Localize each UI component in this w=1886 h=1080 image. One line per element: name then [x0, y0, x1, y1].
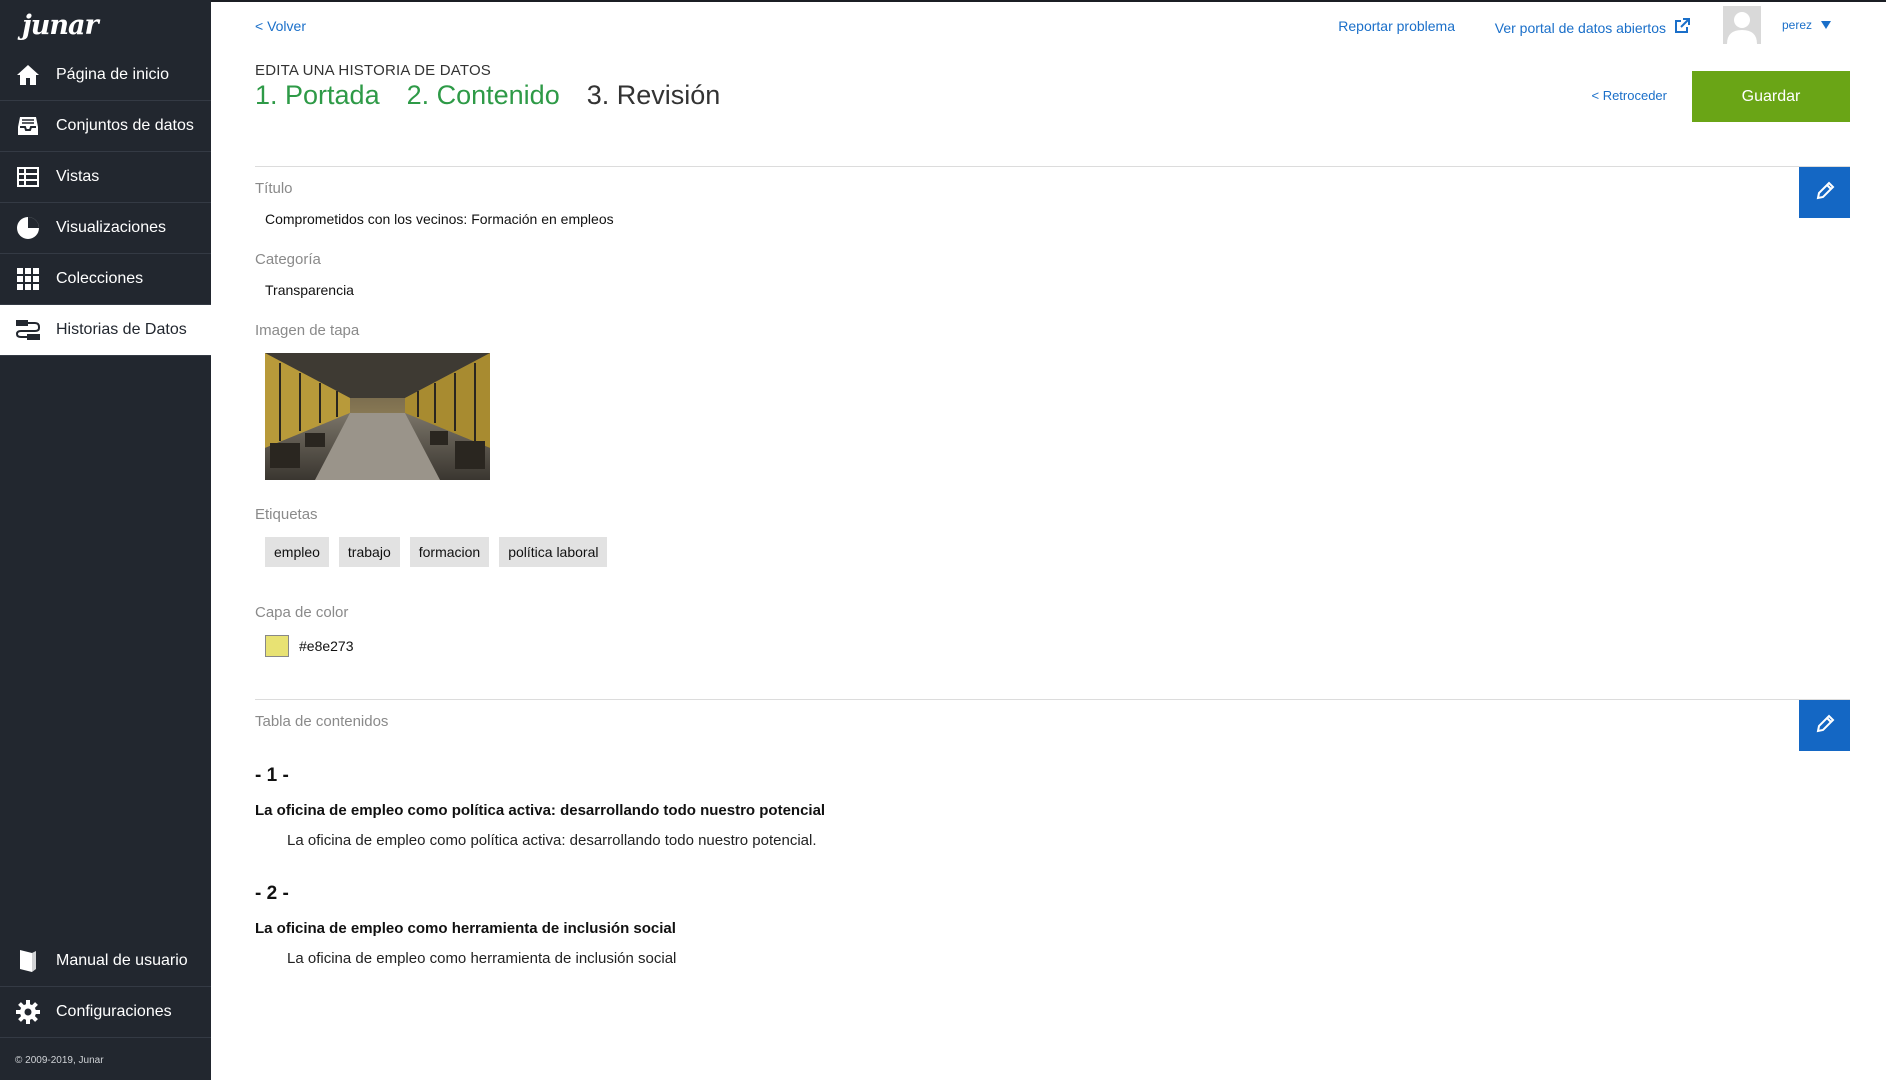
- title-label: Título: [255, 180, 293, 197]
- pencil-icon: [1815, 181, 1835, 204]
- sidebar-item-settings[interactable]: Configuraciones: [0, 987, 211, 1038]
- sidebar-item-label: Visualizaciones: [56, 219, 166, 236]
- sidebar-item-manual[interactable]: Manual de usuario: [0, 936, 211, 987]
- sidebar-item-data-stories[interactable]: Historias de Datos: [0, 305, 211, 356]
- toc-entry-number: - 2 -: [255, 883, 289, 904]
- sidebar-item-label: Página de inicio: [56, 66, 169, 83]
- sidebar-item-collections[interactable]: Colecciones: [0, 254, 211, 305]
- category-value: Transparencia: [265, 282, 354, 298]
- report-problem-link[interactable]: Reportar problema: [1338, 18, 1455, 34]
- toc-entry-number: - 1 -: [255, 765, 289, 786]
- tag: formacion: [409, 537, 490, 567]
- back-link[interactable]: < Volver: [255, 18, 306, 34]
- back-step-link[interactable]: < Retroceder: [1591, 88, 1667, 103]
- pie-chart-icon: [15, 215, 41, 241]
- caret-down-icon: [1821, 18, 1831, 32]
- toc-entry-description: La oficina de empleo como política activ…: [287, 832, 817, 849]
- sidebar-item-label: Colecciones: [56, 270, 144, 287]
- sidebar-item-home[interactable]: Página de inicio: [0, 50, 211, 101]
- cover-image-label: Imagen de tapa: [255, 322, 360, 339]
- main-content: < Volver Reportar problema Ver portal de…: [211, 0, 1886, 1080]
- story-icon: [15, 317, 41, 343]
- step-review: 3. Revisión: [586, 80, 721, 110]
- gear-icon: [15, 999, 41, 1025]
- inbox-icon: [15, 113, 41, 139]
- username: perez: [1781, 18, 1812, 32]
- home-icon: [15, 62, 41, 88]
- toc-entry-title: La oficina de empleo como política activ…: [255, 802, 826, 819]
- tag: trabajo: [338, 537, 400, 567]
- color-layer-label: Capa de color: [255, 604, 349, 621]
- sidebar-item-label: Historias de Datos: [56, 321, 187, 338]
- logo-text: junar: [22, 9, 99, 41]
- sidebar: junar Página de inicio Conjuntos de dato…: [0, 0, 211, 1080]
- tag-list: empleo trabajo formacion política labora…: [265, 537, 608, 567]
- table-icon: [15, 164, 41, 190]
- sidebar-nav: Página de inicio Conjuntos de datos Vist…: [0, 50, 211, 356]
- sidebar-item-label: Vistas: [56, 168, 100, 185]
- open-data-portal-link[interactable]: Ver portal de datos abiertos: [1495, 18, 1690, 37]
- user-menu[interactable]: perez: [1782, 18, 1831, 32]
- tags-label: Etiquetas: [255, 506, 318, 523]
- color-value: #e8e273: [299, 638, 354, 654]
- toc-entry-title: La oficina de empleo como herramienta de…: [255, 920, 676, 937]
- wizard-steps: 1. Portada 2. Contenido 3. Revisión: [255, 80, 720, 111]
- sidebar-item-label: Conjuntos de datos: [56, 117, 194, 134]
- toc-label: Tabla de contenidos: [255, 713, 389, 730]
- sidebar-item-visualizations[interactable]: Visualizaciones: [0, 203, 211, 254]
- sidebar-item-views[interactable]: Vistas: [0, 152, 211, 203]
- tag: política laboral: [499, 537, 608, 567]
- avatar[interactable]: [1723, 6, 1761, 44]
- edit-story-label: EDITA UNA HISTORIA DE DATOS: [255, 62, 492, 79]
- grid-icon: [15, 266, 41, 292]
- copyright: © 2009-2019, Junar: [15, 1055, 104, 1066]
- junar-logo[interactable]: junar: [0, 0, 211, 50]
- sidebar-item-label: Configuraciones: [56, 1003, 172, 1020]
- save-button[interactable]: Guardar: [1692, 71, 1850, 122]
- color-layer: #e8e273: [265, 635, 354, 657]
- cover-image: [265, 353, 490, 480]
- sidebar-item-label: Manual de usuario: [56, 952, 188, 969]
- toc-entry-description: La oficina de empleo como herramienta de…: [287, 950, 677, 967]
- portal-link-label: Ver portal de datos abiertos: [1494, 19, 1666, 36]
- color-swatch: [265, 635, 289, 657]
- sidebar-item-datasets[interactable]: Conjuntos de datos: [0, 101, 211, 152]
- external-link-icon: [1674, 18, 1690, 37]
- edit-cover-button[interactable]: [1799, 167, 1850, 218]
- top-border: [211, 0, 1886, 2]
- book-icon: [15, 948, 41, 974]
- title-value: Comprometidos con los vecinos: Formación…: [265, 211, 614, 227]
- tag: empleo: [265, 537, 329, 567]
- section-divider: [255, 166, 1850, 167]
- category-label: Categoría: [255, 251, 321, 268]
- pencil-icon: [1815, 714, 1835, 737]
- edit-toc-button[interactable]: [1799, 700, 1850, 751]
- step-cover[interactable]: 1. Portada: [255, 80, 380, 111]
- section-divider: [255, 699, 1850, 700]
- step-content[interactable]: 2. Contenido: [407, 80, 560, 111]
- sidebar-bottom-nav: Manual de usuario Configuraciones: [0, 936, 211, 1038]
